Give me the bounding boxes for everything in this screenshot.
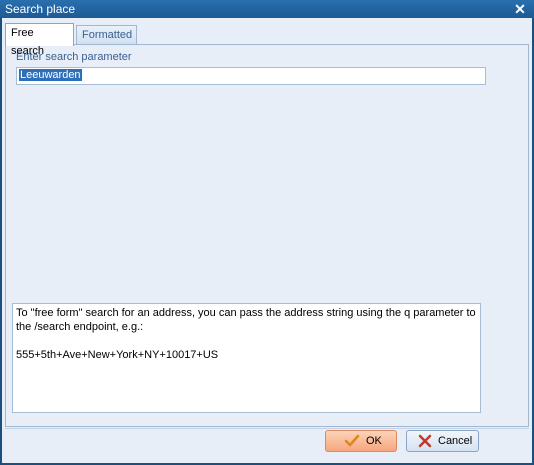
tab-formatted[interactable]: Formatted (76, 25, 137, 45)
tab-free-search[interactable]: Free search (5, 23, 74, 57)
cancel-button[interactable]: Cancel (406, 430, 479, 452)
title-bar[interactable]: Search place ✕ (0, 0, 534, 18)
search-place-dialog: Search place ✕ Free search Formatted Ent… (0, 0, 534, 465)
ok-button[interactable]: OK (325, 430, 397, 452)
window-title: Search place (5, 2, 76, 16)
search-parameter-input[interactable]: Leeuwarden (16, 67, 486, 85)
checkmark-icon (344, 434, 360, 447)
x-icon (418, 434, 432, 448)
button-bar-separator (5, 428, 529, 429)
cancel-button-label: Cancel (438, 435, 473, 447)
ok-button-label: OK (366, 435, 382, 447)
help-text-box[interactable]: To "free form" search for an address, yo… (12, 303, 481, 413)
search-parameter-value: Leeuwarden (19, 69, 82, 81)
dialog-body: Free search Formatted Enter search param… (2, 18, 532, 463)
free-search-panel: Enter search parameter Leeuwarden To "fr… (5, 44, 529, 427)
tab-strip: Free search Formatted (5, 23, 529, 57)
close-icon[interactable]: ✕ (512, 1, 528, 17)
